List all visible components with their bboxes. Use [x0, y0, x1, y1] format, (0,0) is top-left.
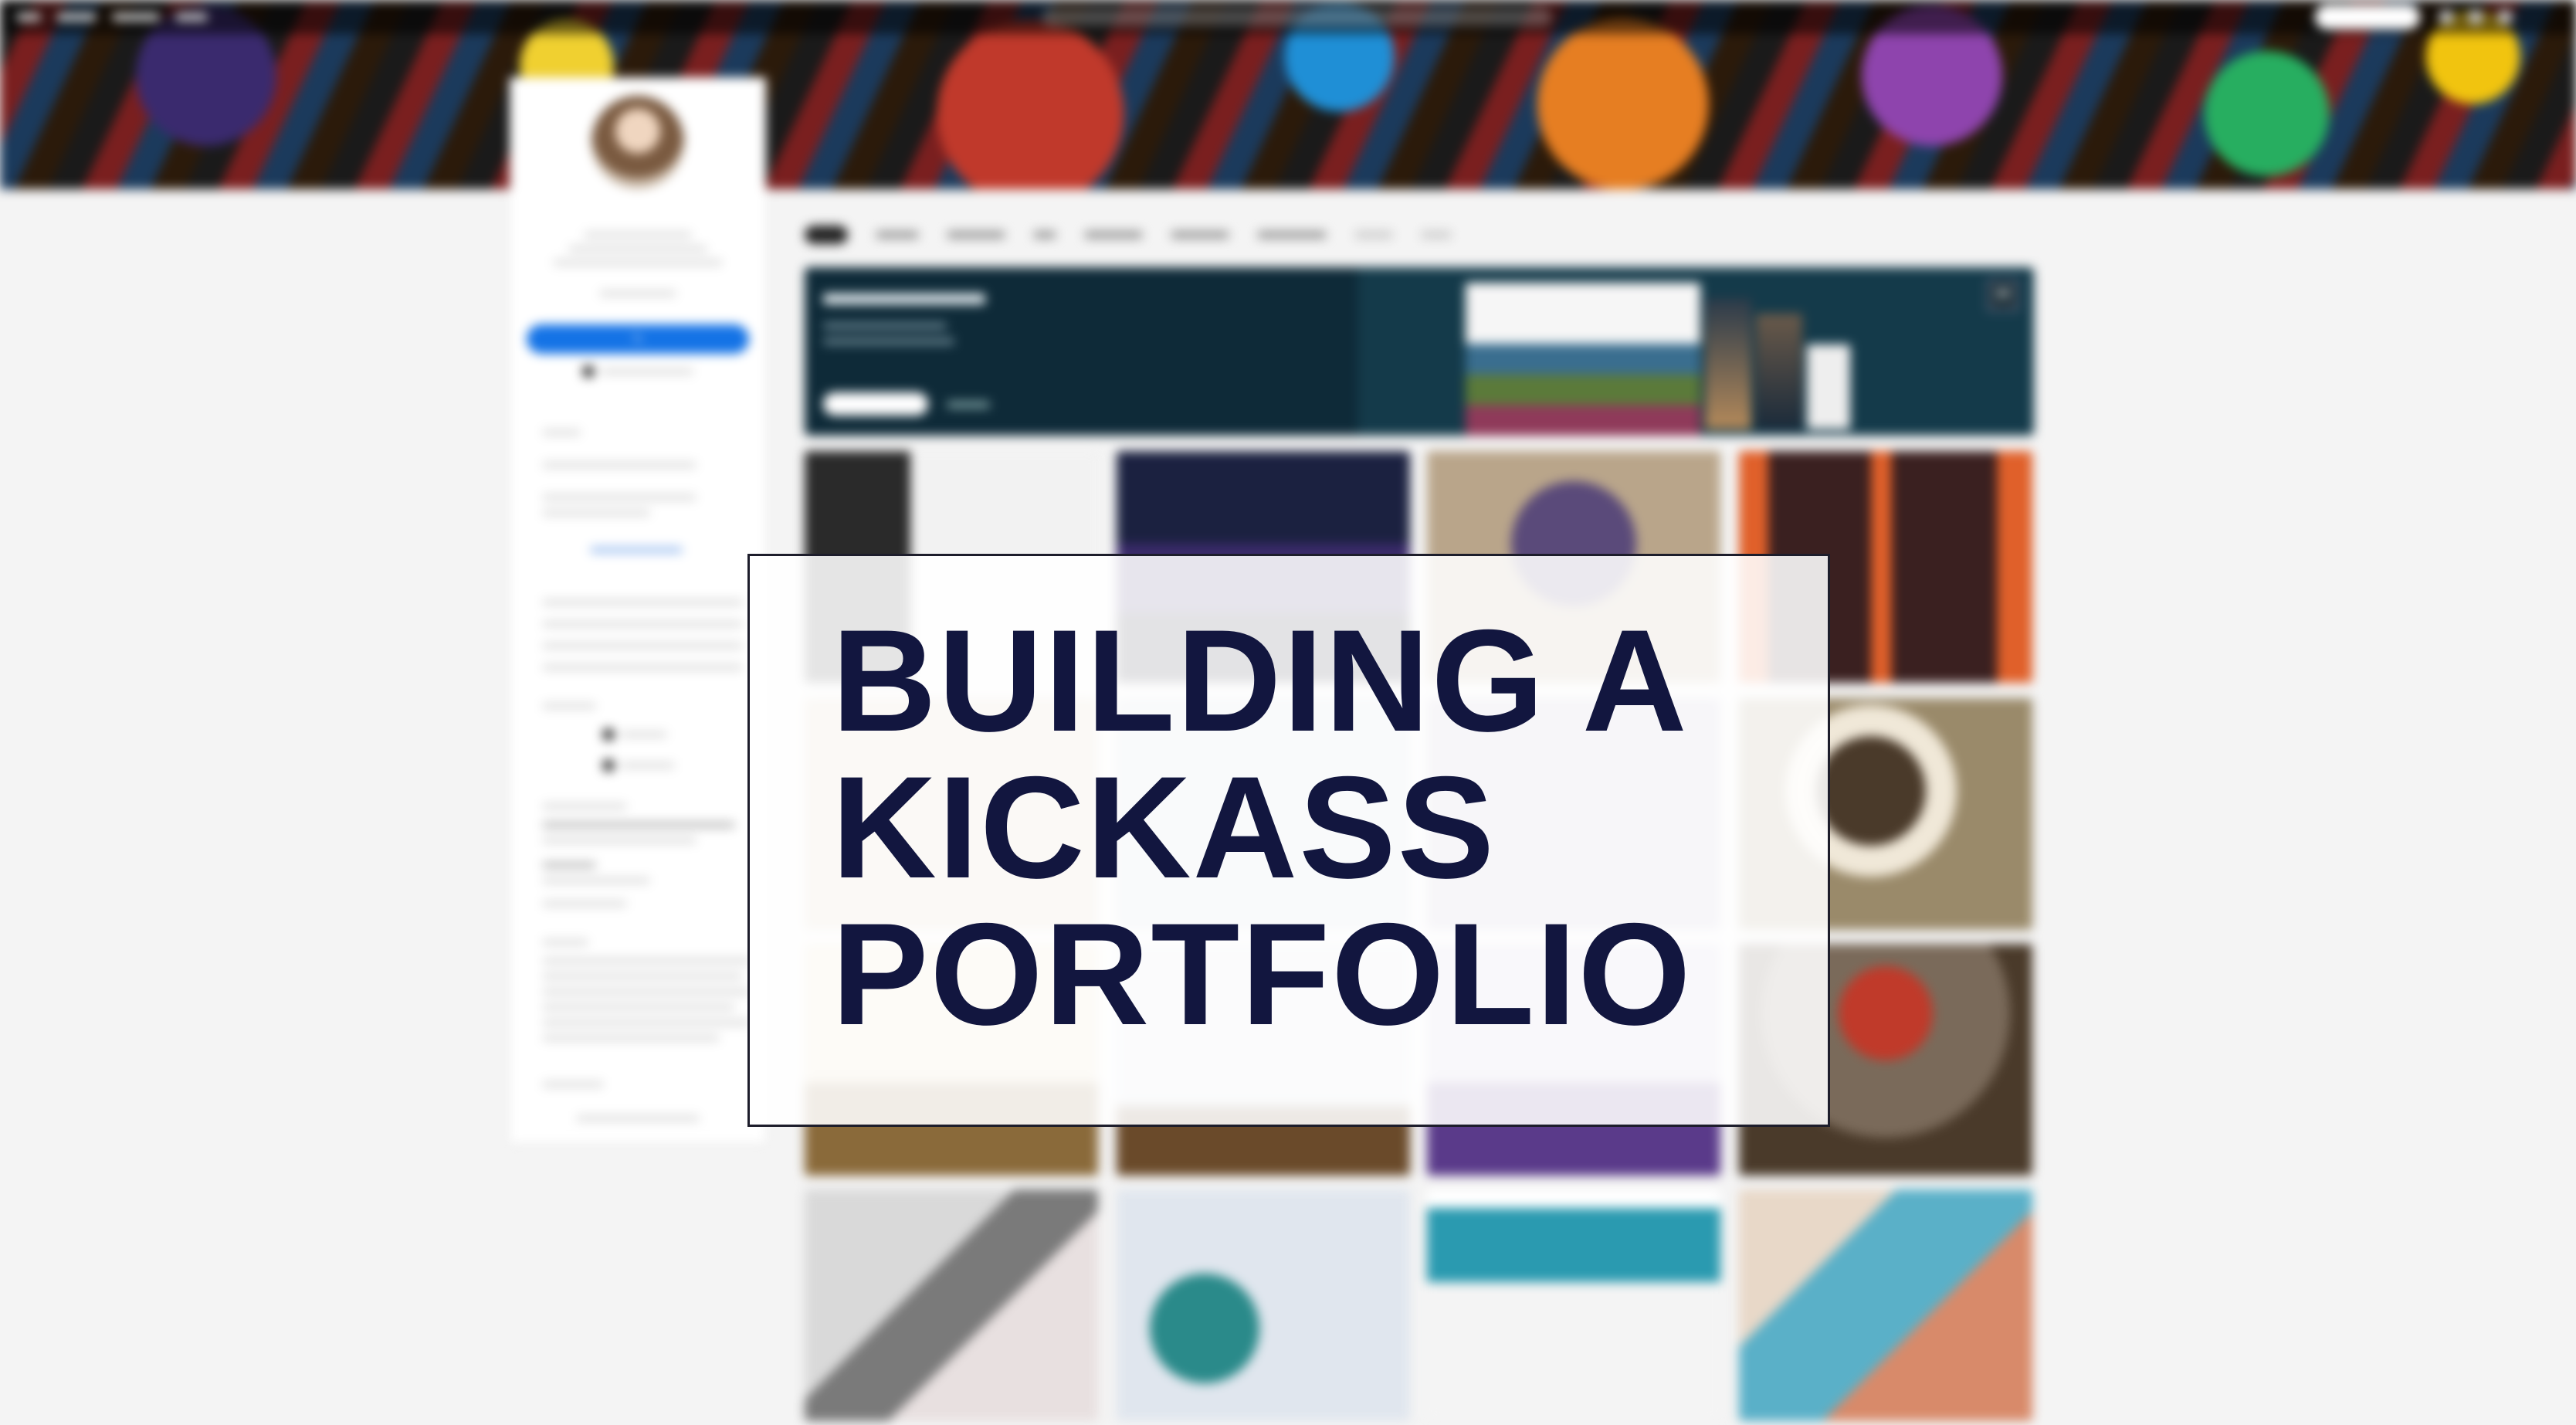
promo-title: [823, 293, 985, 304]
promo-mockup-image: [1756, 314, 1802, 429]
add-link[interactable]: [590, 547, 683, 553]
adobe-portfolio-promo: Pf: [805, 267, 2034, 436]
promo-mockup-image: [1807, 344, 1850, 429]
project-tile[interactable]: [1739, 1189, 2032, 1421]
tab[interactable]: [1257, 231, 1327, 239]
read-more-link[interactable]: [542, 1081, 604, 1087]
about-text: [542, 958, 751, 964]
section-heading: [542, 939, 588, 945]
promo-description: [823, 338, 954, 344]
sidebar-item[interactable]: [542, 462, 697, 468]
profile-banner-image: [0, 0, 2576, 189]
social-link[interactable]: [602, 758, 675, 772]
tab[interactable]: [1171, 231, 1229, 239]
nav-link[interactable]: [176, 13, 207, 21]
profile-followers: [599, 290, 676, 297]
title-card: BUILDING A KICKASS PORTFOLIO: [747, 554, 1830, 1127]
profile-subtitle: [584, 232, 692, 238]
profile-name: [510, 201, 766, 221]
profile-tabs: [805, 226, 1480, 244]
tab[interactable]: [947, 231, 1005, 239]
tab[interactable]: [876, 231, 919, 239]
top-navigation-bar: [0, 0, 2576, 34]
section-heading: [542, 803, 627, 809]
about-text: [542, 1020, 751, 1026]
promo-mockup-image: [1466, 283, 1700, 436]
tab[interactable]: [1354, 231, 1393, 239]
nav-link[interactable]: [113, 13, 159, 21]
promo-description: [823, 323, 947, 329]
sidebar-item[interactable]: [542, 494, 697, 500]
profile-sidebar: ✎: [510, 77, 766, 1143]
portfolio-icon: [582, 365, 595, 378]
project-tile[interactable]: [1427, 1189, 1720, 1421]
about-text: [542, 989, 751, 995]
stat-row: [542, 643, 743, 649]
project-tile[interactable]: [805, 1189, 1098, 1421]
about-text: [542, 973, 743, 979]
account-avatar-icon[interactable]: [2497, 9, 2513, 25]
pencil-icon: ✎: [632, 333, 643, 346]
notifications-icon[interactable]: [2439, 9, 2454, 25]
nav-link[interactable]: [57, 13, 96, 21]
sidebar-item[interactable]: [542, 510, 650, 516]
about-text: [542, 1004, 735, 1010]
project-tile[interactable]: [1117, 1189, 1410, 1421]
section-heading: [542, 429, 581, 436]
about-text: [542, 1035, 720, 1041]
experience-item: [542, 901, 627, 907]
stat-row: [542, 621, 743, 627]
experience-item: [542, 822, 735, 828]
share-work-button[interactable]: [2315, 5, 2420, 29]
experience-item: [542, 837, 697, 843]
tab[interactable]: [1084, 231, 1143, 239]
title-line-3: PORTFOLIO: [832, 893, 1693, 1055]
edit-profile-button[interactable]: ✎: [527, 324, 749, 354]
experience-item: [542, 862, 596, 868]
profile-subtitle: [568, 246, 707, 252]
try-adobe-portfolio-link[interactable]: [510, 365, 766, 378]
tab[interactable]: [1421, 231, 1452, 239]
social-link[interactable]: [602, 728, 667, 741]
profile-subtitle: [553, 260, 723, 266]
portfolio-icon: Pf: [1988, 280, 2018, 310]
experience-item: [542, 877, 650, 884]
stat-row: [542, 664, 743, 670]
stat-row: [542, 599, 743, 606]
tab[interactable]: [1033, 231, 1056, 239]
member-since: [576, 1115, 700, 1121]
profile-avatar[interactable]: [591, 96, 684, 188]
nav-link[interactable]: [17, 13, 40, 21]
title-line-2: KICKASS: [832, 746, 1496, 908]
promo-secondary-link[interactable]: [947, 402, 990, 408]
get-started-button[interactable]: [823, 392, 928, 416]
promo-mockup-image: [1705, 298, 1751, 429]
tab-work[interactable]: [805, 226, 848, 244]
messages-icon[interactable]: [2468, 9, 2483, 25]
title-text: BUILDING A KICKASS PORTFOLIO: [832, 607, 1693, 1047]
section-heading: [542, 703, 596, 709]
title-line-1: BUILDING A: [832, 599, 1689, 762]
search-bar[interactable]: [1042, 8, 1552, 26]
